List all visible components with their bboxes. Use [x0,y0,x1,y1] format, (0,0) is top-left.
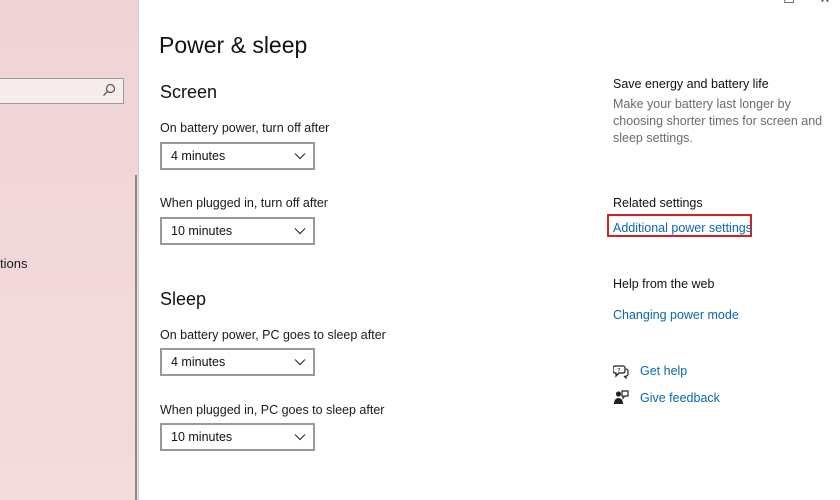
give-feedback-link[interactable]: Give feedback [640,391,720,405]
help-web-panel: Help from the web [613,277,828,291]
save-energy-heading: Save energy and battery life [613,77,769,91]
sidebar-scrollbar[interactable] [135,175,137,500]
related-settings-panel: Related settings [613,196,828,210]
sleep-battery-dropdown[interactable]: 4 minutes [160,348,315,376]
save-energy-description: Make your battery last longer by choosin… [613,97,823,145]
search-icon[interactable] [102,83,116,97]
related-link-wrap: Additional power settings [613,219,828,237]
feedback-icon [614,390,629,404]
chevron-down-icon [294,359,306,366]
sleep-battery-label: On battery power, PC goes to sleep after [160,328,386,342]
window-controls: – ☐ ✕ [746,0,832,8]
screen-battery-dropdown[interactable]: 4 minutes [160,142,315,170]
dropdown-value: 4 minutes [171,355,226,369]
sleep-plugged-dropdown[interactable]: 10 minutes [160,423,315,451]
get-help-link[interactable]: Get help [640,364,687,378]
save-energy-panel: Save energy and battery life Make your b… [613,77,828,147]
related-settings-heading: Related settings [613,196,703,210]
page-title: Power & sleep [159,32,308,58]
chevron-down-icon [294,434,306,441]
settings-search-box[interactable] [0,78,124,104]
sleep-section-title: Sleep [160,289,207,309]
close-button[interactable]: ✕ [818,0,832,6]
dropdown-value: 10 minutes [171,430,233,444]
screen-battery-label: On battery power, turn off after [160,121,330,135]
sleep-plugged-label: When plugged in, PC goes to sleep after [160,403,385,417]
additional-power-settings-link[interactable]: Additional power settings [613,221,752,235]
pane-divider [138,0,139,500]
maximize-button[interactable]: ☐ [782,0,796,6]
dropdown-value: 10 minutes [171,224,233,238]
screen-plugged-label: When plugged in, turn off after [160,196,328,210]
get-help-row[interactable]: ? Get help [613,363,687,379]
chevron-down-icon [294,228,306,235]
changing-power-mode-link[interactable]: Changing power mode [613,308,739,322]
svg-text:?: ? [617,367,620,375]
chevron-down-icon [294,153,306,160]
give-feedback-row[interactable]: Give feedback [613,390,720,406]
screen-plugged-dropdown[interactable]: 10 minutes [160,217,315,245]
sidebar-item-partial[interactable]: tions [0,256,27,271]
screen-section-title: Screen [160,82,218,102]
settings-sidebar: tions [0,0,138,500]
help-chat-icon: ? [613,365,629,379]
minimize-button[interactable]: – [746,0,760,6]
help-link-wrap: Changing power mode [613,306,828,324]
help-web-heading: Help from the web [613,277,715,291]
dropdown-value: 4 minutes [171,149,226,163]
